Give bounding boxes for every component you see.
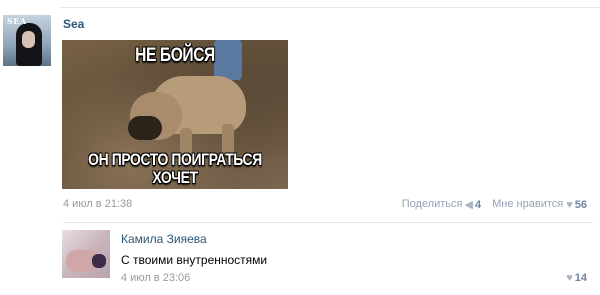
comment-date-link[interactable]: 4 июл в 23:06 (121, 272, 190, 284)
comment-author-link[interactable]: Камила Зияева (121, 232, 207, 246)
meme-caption-bottom: ОН ПРОСТО ПОИГРАТЬСЯ ХОЧЕТ (82, 151, 267, 187)
commenter-avatar[interactable] (62, 230, 110, 278)
post-actions: Поделиться ◀ 4 Мне нравится ♥ 56 (401, 198, 587, 212)
meme-caption-bottom-line2: ХОЧЕТ (152, 168, 198, 187)
post-image[interactable]: НЕ БОЙСЯ ОН ПРОСТО ПОИГРАТЬСЯ ХОЧЕТ (62, 40, 288, 189)
share-count: 4 (474, 198, 482, 211)
post-author-link[interactable]: Sea (63, 17, 84, 31)
like-count: 56 (574, 198, 587, 211)
share-label: Поделиться (401, 198, 463, 211)
heart-icon: ♥ (566, 272, 573, 284)
avatar-logo-text: SEA (7, 16, 27, 26)
author-avatar[interactable]: SEA (3, 15, 51, 66)
comment-divider (63, 222, 593, 223)
top-divider (60, 7, 600, 8)
comment-like-count: 14 (574, 272, 587, 284)
like-button[interactable]: Мне нравится ♥ 56 (492, 198, 587, 211)
post-date-link[interactable]: 4 июл в 21:38 (63, 198, 132, 210)
heart-icon: ♥ (566, 198, 573, 211)
comment-like-button[interactable]: ♥ 14 (563, 272, 587, 284)
like-label: Мне нравится (492, 198, 564, 211)
comment-text: С твоими внутренностями (121, 253, 268, 267)
share-button[interactable]: Поделиться ◀ 4 (401, 198, 484, 212)
meme-caption-bottom-line1: ОН ПРОСТО ПОИГРАТЬСЯ (88, 150, 262, 169)
megaphone-icon: ◀ (464, 199, 473, 211)
meme-caption-top: НЕ БОЙСЯ (135, 45, 215, 66)
